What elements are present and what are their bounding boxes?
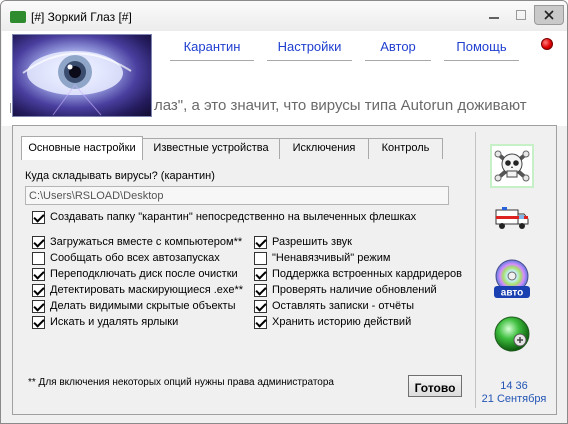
eye-banner-image: [12, 34, 152, 117]
quarantine-path-label: Куда складывать вирусы? (карантин): [25, 170, 215, 182]
nav-quarantine-link[interactable]: Карантин: [170, 39, 254, 61]
tab-control[interactable]: Контроль: [368, 138, 443, 159]
tab-main-settings[interactable]: Основные настройки: [21, 136, 143, 160]
update-globe-icon[interactable]: [490, 312, 534, 356]
tab-exclusions[interactable]: Исключения: [279, 138, 369, 159]
nav-author-link[interactable]: Автор: [365, 39, 431, 61]
svg-text:авто: авто: [501, 288, 523, 299]
minimize-button[interactable]: [480, 5, 507, 25]
maximize-icon: [515, 10, 526, 20]
status-indicator-icon: [541, 38, 553, 50]
header: Карантин Настройки Автор Помощь лаз", а …: [2, 31, 567, 126]
clock: 14 36 21 Сентября: [480, 380, 548, 406]
toolbar-divider: [475, 132, 476, 408]
minimize-icon: [488, 17, 499, 19]
close-button[interactable]: [534, 5, 564, 25]
checkbox-box: [32, 211, 45, 224]
clock-date: 21 Сентября: [481, 393, 547, 405]
done-button[interactable]: Готово: [408, 375, 462, 397]
window-title: [#] Зоркий Глаз [#]: [31, 10, 132, 24]
app-icon: [10, 11, 26, 23]
skull-icon[interactable]: [490, 144, 534, 188]
scrolling-info-text: лаз", а это значит, что вирусы типа Auto…: [154, 97, 527, 114]
main-window: [#] Зоркий Глаз [#] Карантин Настройки А…: [0, 0, 568, 424]
autorun-cd-icon[interactable]: авто: [490, 258, 534, 302]
title-bar[interactable]: [#] Зоркий Глаз [#]: [1, 1, 567, 31]
main-settings-content: Куда складывать вирусы? (карантин) Созда…: [21, 159, 471, 405]
tab-known-devices[interactable]: Известные устройства: [142, 138, 280, 159]
settings-panel: Основные настройки Известные устройства …: [12, 125, 557, 415]
nav-settings-link[interactable]: Настройки: [267, 39, 352, 61]
close-icon: [544, 10, 554, 20]
marquee-edge: [10, 103, 13, 113]
quarantine-path-input[interactable]: [25, 186, 449, 205]
clock-time: 14 36: [500, 380, 528, 392]
admin-rights-note: ** Для включения некоторых опций нужны п…: [28, 377, 334, 388]
maximize-button[interactable]: [507, 5, 534, 25]
ambulance-icon[interactable]: [490, 202, 534, 236]
nav-help-link[interactable]: Помощь: [444, 39, 519, 61]
